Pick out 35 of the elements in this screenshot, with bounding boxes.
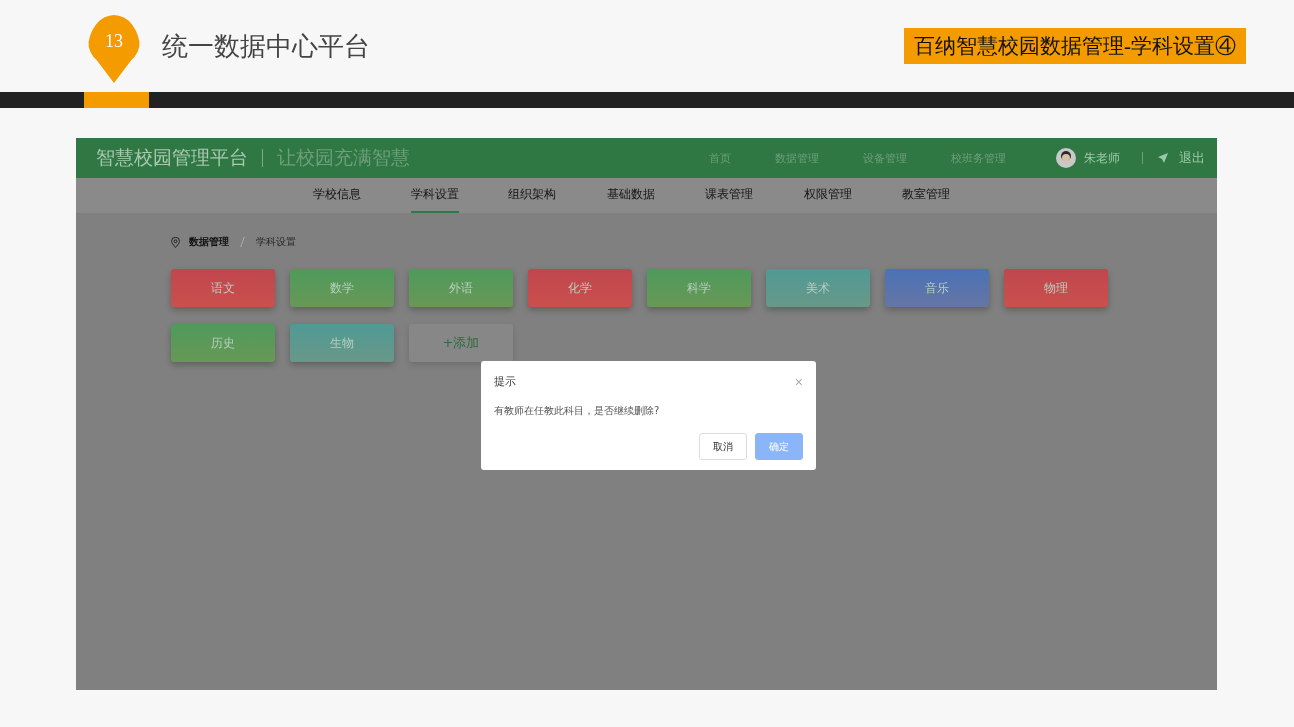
- nav-tab[interactable]: 学校信息: [287, 178, 386, 213]
- nav-tab[interactable]: 组织架构: [483, 178, 582, 213]
- subject-button[interactable]: 数学: [290, 269, 394, 307]
- brand-title: 智慧校园管理平台: [96, 145, 248, 170]
- cancel-button[interactable]: 取消: [699, 433, 747, 460]
- avatar-icon: [1056, 148, 1076, 168]
- subject-button[interactable]: 语文: [171, 269, 275, 307]
- nav-tab[interactable]: 基础数据: [581, 178, 680, 213]
- user-name[interactable]: 朱老师: [1084, 149, 1120, 167]
- slogan: 让校园充满智慧: [277, 145, 410, 170]
- subject-button[interactable]: 历史: [171, 324, 275, 362]
- nav-tab[interactable]: 课表管理: [680, 178, 779, 213]
- slide-title: 统一数据中心平台: [162, 29, 370, 63]
- send-icon[interactable]: [1157, 152, 1169, 164]
- number-pin: 13: [88, 15, 140, 83]
- subject-button[interactable]: 物理: [1004, 269, 1108, 307]
- subject-button[interactable]: 美术: [766, 269, 870, 307]
- breadcrumb-link[interactable]: 数据管理: [189, 235, 229, 249]
- nav-tab[interactable]: 权限管理: [778, 178, 877, 213]
- subject-button[interactable]: 科学: [647, 269, 751, 307]
- location-icon: [171, 236, 180, 248]
- dialog-message: 有教师在任教此科目，是否继续删除?: [494, 404, 661, 418]
- add-button[interactable]: +添加: [409, 324, 513, 362]
- close-button[interactable]: ×: [794, 374, 803, 389]
- subject-button[interactable]: 音乐: [885, 269, 989, 307]
- subject-button[interactable]: 化学: [528, 269, 632, 307]
- slide-tag: 百纳智慧校园数据管理-学科设置④: [904, 28, 1246, 64]
- current-page-label: 学科设置: [256, 235, 296, 249]
- logout-link[interactable]: 退出: [1179, 149, 1205, 167]
- subject-button[interactable]: 生物: [290, 324, 394, 362]
- nav-tab[interactable]: 教室管理: [877, 178, 976, 213]
- nav-tab[interactable]: 学科设置: [410, 178, 459, 213]
- subject-button[interactable]: 外语: [409, 269, 513, 307]
- dialog-title: 提示: [494, 374, 516, 389]
- confirm-button[interactable]: 确定: [755, 433, 803, 460]
